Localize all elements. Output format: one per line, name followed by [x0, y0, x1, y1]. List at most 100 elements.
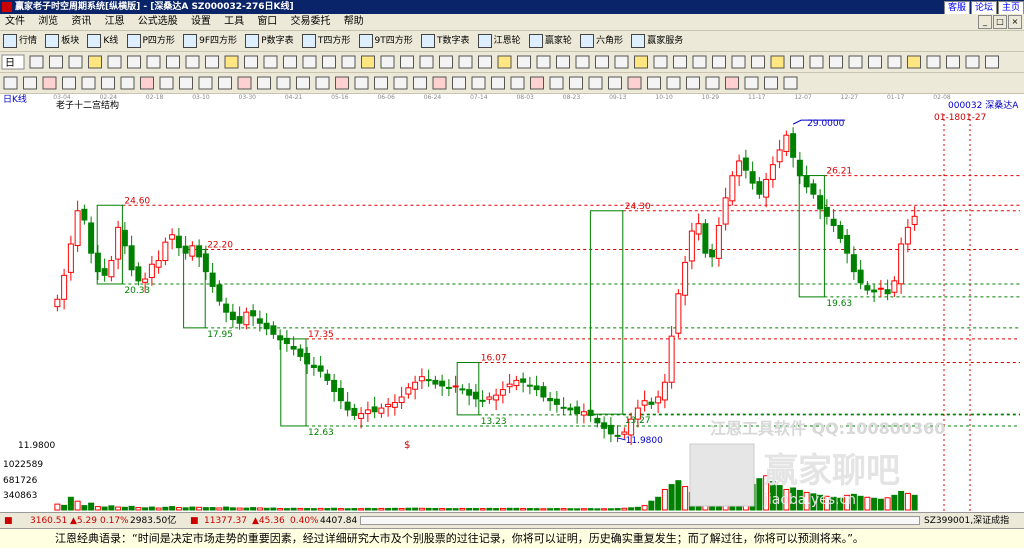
quotes-button[interactable]: 行情 — [3, 33, 37, 49]
draw-tool-icon[interactable] — [887, 55, 902, 69]
close-icon[interactable]: × — [1008, 15, 1022, 29]
indicator-tool-icon[interactable] — [666, 76, 681, 90]
draw-tool-icon[interactable] — [790, 55, 804, 69]
draw-tool-icon[interactable] — [302, 55, 317, 69]
draw-tool-icon[interactable] — [224, 55, 239, 69]
indicator-tool-icon[interactable] — [783, 76, 798, 90]
drawing-tools-strip[interactable]: 日 — [0, 52, 1024, 72]
indicator-tool-icon[interactable] — [374, 76, 388, 90]
draw-tool-icon[interactable] — [809, 55, 824, 69]
horizontal-scrollbar[interactable] — [360, 516, 920, 525]
indicator-tool-icon[interactable] — [530, 76, 544, 90]
restore-icon[interactable]: □ — [993, 15, 1007, 29]
indicator-tool-icon[interactable] — [3, 76, 18, 90]
kefu-button[interactable]: 客服 — [943, 1, 970, 15]
menu-news[interactable]: 资讯 — [66, 14, 96, 30]
draw-tool-icon[interactable] — [127, 55, 141, 69]
draw-tool-icon[interactable] — [536, 55, 551, 69]
draw-tool-icon[interactable] — [400, 55, 414, 69]
draw-tool-icon[interactable] — [692, 55, 707, 69]
indicator-tool-icon[interactable] — [569, 76, 583, 90]
indicator-tool-icon[interactable] — [549, 76, 564, 90]
menu-help[interactable]: 帮助 — [339, 14, 369, 30]
draw-tool-icon[interactable] — [458, 55, 473, 69]
indicator-tool-icon[interactable] — [354, 76, 369, 90]
menu-window[interactable]: 窗口 — [252, 14, 282, 30]
draw-tool-icon[interactable] — [88, 55, 102, 69]
draw-tool-icon[interactable] — [965, 55, 980, 69]
draw-tool-icon[interactable] — [497, 55, 512, 69]
indicator-tool-icon[interactable] — [140, 76, 154, 90]
draw-tool-icon[interactable] — [263, 55, 278, 69]
menu-file[interactable]: 文件 — [0, 14, 30, 30]
indicator-tool-icon[interactable] — [218, 76, 232, 90]
indicator-tool-icon[interactable] — [413, 76, 427, 90]
9f-square-button[interactable]: 9F四方形 — [183, 33, 237, 49]
indicator-tool-icon[interactable] — [296, 76, 310, 90]
indicator-tool-icon[interactable] — [393, 76, 408, 90]
draw-tool-icon[interactable] — [49, 55, 63, 69]
indicator-tool-icon[interactable] — [452, 76, 466, 90]
draw-tool-icon[interactable] — [283, 55, 297, 69]
indicator-tool-icon[interactable] — [42, 76, 57, 90]
indicator-tool-icon[interactable] — [432, 76, 447, 90]
homepage-button[interactable]: 主页 — [997, 1, 1024, 15]
indicator-tool-icon[interactable] — [608, 76, 622, 90]
indicator-tool-icon[interactable] — [491, 76, 505, 90]
draw-tool-icon[interactable] — [673, 55, 687, 69]
indicator-tool-icon[interactable] — [120, 76, 135, 90]
draw-tool-icon[interactable] — [731, 55, 746, 69]
draw-tool-icon[interactable] — [166, 55, 180, 69]
indicator-tool-icon[interactable] — [198, 76, 213, 90]
draw-tool-icon[interactable] — [185, 55, 200, 69]
menu-gann[interactable]: 江恩 — [100, 14, 130, 30]
indicator-tool-icon[interactable] — [315, 76, 330, 90]
gann-wheel-button[interactable]: 江恩轮 — [477, 33, 521, 49]
indicator-tool-icon[interactable] — [744, 76, 759, 90]
indicator-tool-icon[interactable] — [257, 76, 271, 90]
draw-tool-icon[interactable] — [380, 55, 395, 69]
draw-tool-icon[interactable] — [614, 55, 629, 69]
indicator-tool-icon[interactable] — [62, 76, 76, 90]
indicator-tool-icon[interactable] — [510, 76, 525, 90]
draw-tool-icon[interactable] — [517, 55, 531, 69]
draw-tool-icon[interactable] — [322, 55, 336, 69]
kline-button[interactable]: K线 — [87, 33, 118, 49]
draw-tool-icon[interactable] — [595, 55, 609, 69]
indicator-tool-icon[interactable] — [101, 76, 115, 90]
draw-tool-icon[interactable] — [946, 55, 960, 69]
kline-chart[interactable]: 03-04 02-24 02-18 03-10 03-30 04-21 05-16 06-06… — [0, 93, 1024, 512]
draw-tool-icon[interactable] — [868, 55, 882, 69]
indicator-tool-icon[interactable] — [627, 76, 642, 90]
draw-tool-icon[interactable] — [361, 55, 375, 69]
draw-tool-icon[interactable] — [907, 55, 921, 69]
draw-tool-icon[interactable] — [848, 55, 863, 69]
indicator-tool-icon[interactable] — [725, 76, 739, 90]
draw-tool-icon[interactable] — [29, 55, 44, 69]
draw-tool-icon[interactable] — [341, 55, 356, 69]
menu-formula[interactable]: 公式选股 — [133, 14, 183, 30]
draw-tool-icon[interactable] — [439, 55, 453, 69]
indicator-tool-icon[interactable] — [276, 76, 291, 90]
draw-tool-icon[interactable] — [829, 55, 843, 69]
t-table-button[interactable]: T数字表 — [420, 33, 469, 49]
indicator-tool-icon[interactable] — [764, 76, 778, 90]
t-square-button[interactable]: T四方形 — [301, 33, 350, 49]
draw-tool-icon[interactable] — [146, 55, 161, 69]
draw-tool-icon[interactable] — [575, 55, 590, 69]
draw-tool-icon[interactable] — [712, 55, 726, 69]
draw-tool-icon[interactable] — [68, 55, 83, 69]
draw-tool-icon[interactable] — [244, 55, 258, 69]
indicator-tool-icon[interactable] — [179, 76, 193, 90]
forum-button[interactable]: 论坛 — [970, 1, 997, 15]
p-square-button[interactable]: P四方形 — [126, 33, 175, 49]
draw-tool-icon[interactable] — [419, 55, 434, 69]
draw-tool-icon[interactable] — [770, 55, 785, 69]
kline-chart-area[interactable]: 03-04 02-24 02-18 03-10 03-30 04-21 05-16 06-06… — [0, 93, 1024, 512]
9t-square-button[interactable]: 9T四方形 — [358, 33, 413, 49]
indicator-tool-icon[interactable] — [159, 76, 174, 90]
draw-tool-icon[interactable] — [634, 55, 648, 69]
draw-tool-icon[interactable] — [478, 55, 492, 69]
indicator-tool-icon[interactable] — [647, 76, 661, 90]
draw-tool-icon[interactable] — [107, 55, 122, 69]
